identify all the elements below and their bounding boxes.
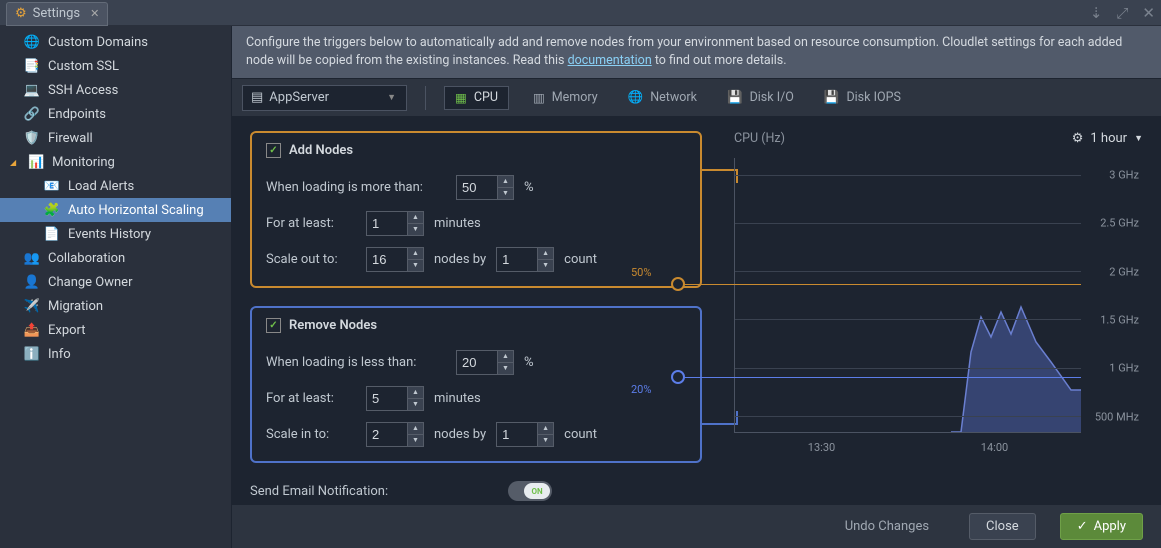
disk-icon: 💾 xyxy=(727,90,743,105)
sidebar-item-export[interactable]: 📤Export xyxy=(0,318,231,342)
custom-domains-icon: 🌐 xyxy=(24,34,40,50)
sidebar-item-collaboration[interactable]: 👥Collaboration xyxy=(0,246,231,270)
close-button[interactable]: Close xyxy=(969,513,1036,540)
chevron-down-icon: ▼ xyxy=(1134,133,1143,144)
load-alerts-icon: 📧 xyxy=(44,178,60,194)
x-tick: 14:00 xyxy=(981,441,1008,454)
undo-button[interactable]: Undo Changes xyxy=(829,514,945,539)
tab-cpu[interactable]: ▦CPU xyxy=(444,86,509,110)
add-step-input[interactable]: ▲▼ xyxy=(496,247,554,272)
sidebar-item-events-history[interactable]: 📄Events History xyxy=(0,222,231,246)
gear-icon: ⚙ xyxy=(15,6,27,21)
info-icon: ℹ️ xyxy=(24,346,40,362)
documentation-link[interactable]: documentation xyxy=(568,53,652,68)
remove-checkbox[interactable]: ✓ xyxy=(266,318,281,333)
server-label: AppServer xyxy=(269,90,329,105)
tab-disk-iops[interactable]: 💾Disk IOPS xyxy=(818,86,907,109)
change-owner-icon: 👤 xyxy=(24,274,40,290)
apply-button[interactable]: ✓ Apply xyxy=(1060,513,1143,540)
y-tick: 3 GHz xyxy=(1109,168,1139,181)
gear-icon: ⚙ xyxy=(1072,131,1084,146)
close-icon[interactable]: ✕ xyxy=(1142,4,1155,22)
add-title: Add Nodes xyxy=(289,143,353,158)
window-tab[interactable]: ⚙ Settings ✕ xyxy=(6,2,108,26)
sidebar-item-load-alerts[interactable]: 📧Load Alerts xyxy=(0,174,231,198)
remove-step-input[interactable]: ▲▼ xyxy=(496,422,554,447)
endpoints-icon: 🔗 xyxy=(24,106,40,122)
info-banner: Configure the triggers below to automati… xyxy=(232,26,1161,79)
notify-label: Send Email Notification: xyxy=(250,484,388,499)
server-icon: ▤ xyxy=(251,90,263,105)
sidebar-item-ssh-access[interactable]: 💻SSH Access xyxy=(0,78,231,102)
time-range-selector[interactable]: ⚙ 1 hour ▼ xyxy=(1072,131,1143,146)
y-tick: 1.5 GHz xyxy=(1100,313,1139,326)
download-icon[interactable]: ⇣ xyxy=(1090,4,1103,22)
cpu-icon: ▦ xyxy=(455,90,467,106)
sidebar-item-migration[interactable]: ✈️Migration xyxy=(0,294,231,318)
sidebar-item-info[interactable]: ℹ️Info xyxy=(0,342,231,366)
y-tick: 2.5 GHz xyxy=(1100,217,1139,230)
events-history-icon: 📄 xyxy=(44,226,60,242)
custom-ssl-icon: 📑 xyxy=(24,58,40,74)
add-threshold-line[interactable]: 50% xyxy=(679,284,1081,285)
y-tick: 1 GHz xyxy=(1109,362,1139,375)
add-checkbox[interactable]: ✓ xyxy=(266,143,281,158)
notify-toggle[interactable]: ON xyxy=(508,481,552,501)
check-icon: ✓ xyxy=(1077,519,1088,534)
auto-horizontal-scaling-icon: 🧩 xyxy=(44,202,60,218)
collaboration-icon: 👥 xyxy=(24,250,40,266)
net-icon: 🌐 xyxy=(628,90,644,105)
export-icon: 📤 xyxy=(24,322,40,338)
y-tick: 500 MHz xyxy=(1095,410,1139,423)
cpu-series xyxy=(951,272,1081,432)
tab-close-icon[interactable]: ✕ xyxy=(90,7,99,20)
chevron-down-icon: ▼ xyxy=(387,92,396,103)
sidebar-item-auto-horizontal-scaling[interactable]: 🧩Auto Horizontal Scaling xyxy=(0,198,231,222)
server-selector[interactable]: ▤ AppServer ▼ xyxy=(242,85,407,111)
add-threshold-input[interactable]: ▲▼ xyxy=(456,175,514,200)
sidebar-item-monitoring[interactable]: 📊Monitoring xyxy=(0,150,231,174)
firewall-icon: 🛡️ xyxy=(24,130,40,146)
remove-threshold-line[interactable]: 20% xyxy=(679,377,1081,378)
monitoring-icon: 📊 xyxy=(28,154,44,170)
sidebar-item-custom-ssl[interactable]: 📑Custom SSL xyxy=(0,54,231,78)
remove-title: Remove Nodes xyxy=(289,318,377,333)
add-nodes-panel: ✓ Add Nodes When loading is more than: ▲… xyxy=(250,131,702,288)
sidebar-item-change-owner[interactable]: 👤Change Owner xyxy=(0,270,231,294)
remove-duration-input[interactable]: ▲▼ xyxy=(366,386,424,411)
tab-memory[interactable]: ▥Memory xyxy=(527,86,604,110)
tab-disk-i/o[interactable]: 💾Disk I/O xyxy=(721,86,800,109)
sidebar: 🌐Custom Domains📑Custom SSL💻SSH Access🔗En… xyxy=(0,26,232,548)
sidebar-item-firewall[interactable]: 🛡️Firewall xyxy=(0,126,231,150)
ssh-access-icon: 💻 xyxy=(24,82,40,98)
add-duration-input[interactable]: ▲▼ xyxy=(366,211,424,236)
remove-threshold-input[interactable]: ▲▼ xyxy=(456,350,514,375)
expand-icon[interactable]: ⤢ xyxy=(1116,4,1128,22)
sidebar-item-custom-domains[interactable]: 🌐Custom Domains xyxy=(0,30,231,54)
chart-title: CPU (Hz) xyxy=(734,131,785,146)
sidebar-item-endpoints[interactable]: 🔗Endpoints xyxy=(0,102,231,126)
ram-icon: ▥ xyxy=(533,90,545,106)
add-limit-input[interactable]: ▲▼ xyxy=(366,247,424,272)
cpu-chart: 50%20%13:3014:00 3 GHz2.5 GHz2 GHz1.5 GH… xyxy=(734,158,1143,468)
disk-icon: 💾 xyxy=(824,90,840,105)
tab-network[interactable]: 🌐Network xyxy=(622,86,703,109)
migration-icon: ✈️ xyxy=(24,298,40,314)
remove-limit-input[interactable]: ▲▼ xyxy=(366,422,424,447)
y-tick: 2 GHz xyxy=(1109,265,1139,278)
x-tick: 13:30 xyxy=(808,441,835,454)
window-title: Settings xyxy=(33,6,80,21)
